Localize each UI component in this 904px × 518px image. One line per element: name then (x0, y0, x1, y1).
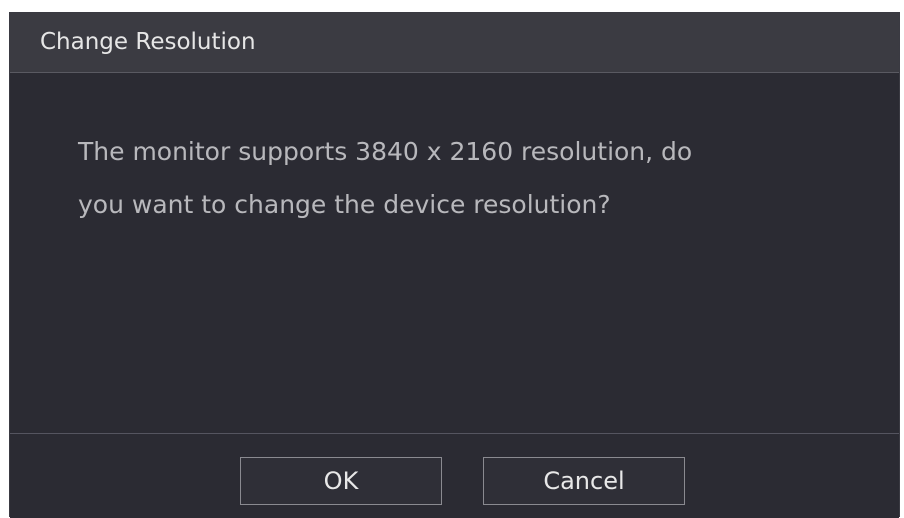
message-line-2: you want to change the device resolution… (78, 190, 611, 219)
dialog-titlebar: Change Resolution (10, 13, 899, 73)
cancel-button[interactable]: Cancel (483, 457, 685, 505)
change-resolution-dialog: Change Resolution The monitor supports 3… (9, 12, 900, 518)
dialog-message: The monitor supports 3840 x 2160 resolut… (78, 125, 838, 231)
dialog-footer: OK Cancel (10, 434, 899, 518)
dialog-title: Change Resolution (40, 29, 256, 55)
message-line-1: The monitor supports 3840 x 2160 resolut… (78, 137, 693, 166)
ok-button[interactable]: OK (240, 457, 442, 505)
